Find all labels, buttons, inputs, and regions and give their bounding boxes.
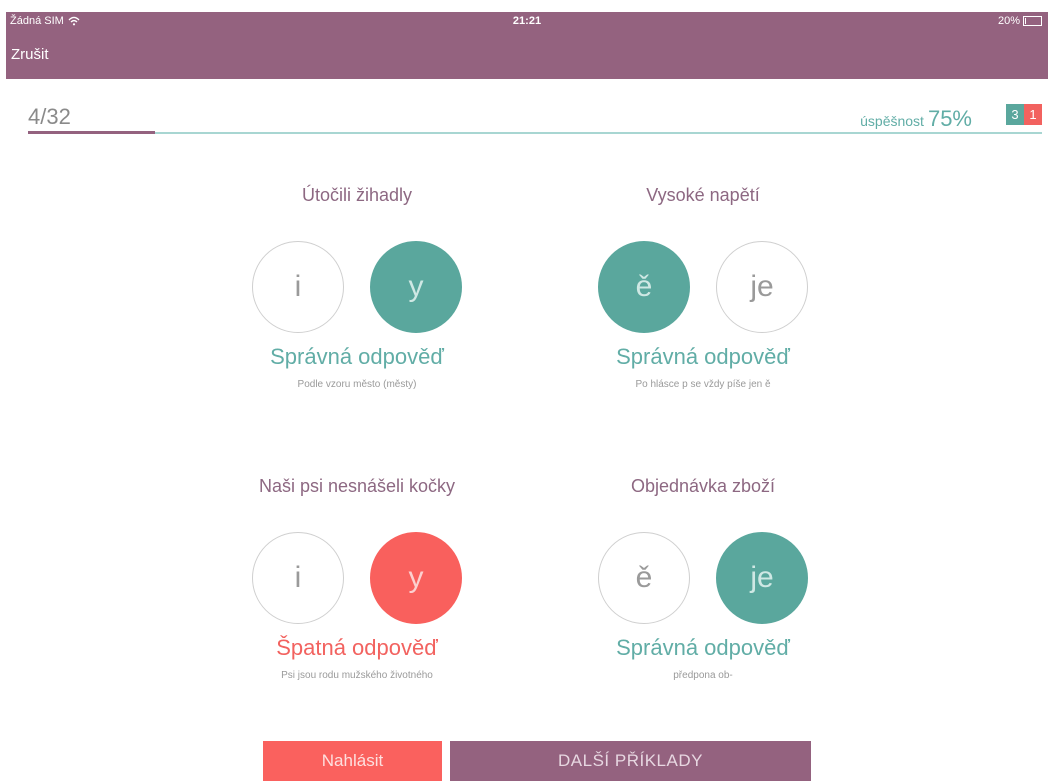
answer-options: ě je bbox=[573, 532, 833, 624]
progress-row: 4/32 úspěšnost 75% 3 1 bbox=[28, 100, 1042, 140]
answer-options: i y bbox=[227, 241, 487, 333]
verdict-label: Správná odpověď bbox=[616, 635, 790, 660]
verdict-label: Správná odpověď bbox=[616, 344, 790, 369]
option-button-selected[interactable]: je bbox=[716, 532, 808, 624]
explanation-hint: Psi jsou rodu mužského životného bbox=[281, 670, 433, 681]
next-examples-button[interactable]: DALŠÍ PŘÍKLADY bbox=[450, 741, 811, 781]
verdict-label: Správná odpověď bbox=[270, 344, 444, 369]
verdict-label: Špatná odpověď bbox=[276, 635, 438, 660]
option-button[interactable]: i bbox=[252, 532, 344, 624]
option-button-selected[interactable]: ě bbox=[598, 241, 690, 333]
question-title: Objednávka zboží bbox=[630, 476, 776, 496]
score-box: 3 1 bbox=[1006, 104, 1042, 125]
option-button[interactable]: ě bbox=[598, 532, 690, 624]
question-card: Objednávka zboží ě je Správná odpověď př… bbox=[573, 476, 833, 681]
question-counter: 4/32 bbox=[28, 104, 71, 129]
answer-options: i y bbox=[227, 532, 487, 624]
battery-icon bbox=[1023, 16, 1042, 26]
top-bar: Žádná SIM 21:21 20% Zrušit bbox=[6, 12, 1048, 79]
option-button[interactable]: je bbox=[716, 241, 808, 333]
report-button[interactable]: Nahlásit bbox=[263, 741, 442, 781]
option-button-selected-wrong[interactable]: y bbox=[370, 532, 462, 624]
question-title: Naši psi nesnášeli kočky bbox=[258, 476, 456, 496]
question-card: Naši psi nesnášeli kočky i y Špatná odpo… bbox=[227, 476, 487, 681]
answer-options: ě je bbox=[573, 241, 833, 333]
explanation-hint: Po hlásce p se vždy píše jen ě bbox=[635, 379, 771, 390]
status-time: 21:21 bbox=[512, 15, 542, 27]
app-screen: Žádná SIM 21:21 20% Zrušit 4/32 úspěšnos… bbox=[0, 0, 1054, 781]
question-title: Útočili žihadly bbox=[301, 185, 413, 205]
option-button[interactable]: i bbox=[252, 241, 344, 333]
question-card: Vysoké napětí ě je Správná odpověď Po hl… bbox=[573, 185, 833, 390]
explanation-hint: Podle vzoru město (městy) bbox=[297, 379, 417, 390]
correct-count: 3 bbox=[1006, 104, 1024, 125]
question-card: Útočili žihadly i y Správná odpověď Podl… bbox=[227, 185, 487, 390]
progress-fill bbox=[28, 131, 155, 134]
wrong-count: 1 bbox=[1024, 104, 1042, 125]
question-title: Vysoké napětí bbox=[646, 185, 760, 205]
progress-track bbox=[28, 131, 1042, 134]
success-value: 75% bbox=[927, 106, 972, 131]
battery-percent: 20% bbox=[997, 15, 1020, 27]
explanation-hint: předpona ob- bbox=[673, 670, 733, 681]
success-label: úspěšnost bbox=[860, 113, 924, 129]
option-button-selected[interactable]: y bbox=[370, 241, 462, 333]
status-battery: 20% bbox=[998, 15, 1042, 27]
cancel-button[interactable]: Zrušit bbox=[11, 46, 49, 63]
success-rate: úspěšnost 75% bbox=[860, 106, 972, 132]
battery-fill bbox=[1025, 18, 1027, 24]
